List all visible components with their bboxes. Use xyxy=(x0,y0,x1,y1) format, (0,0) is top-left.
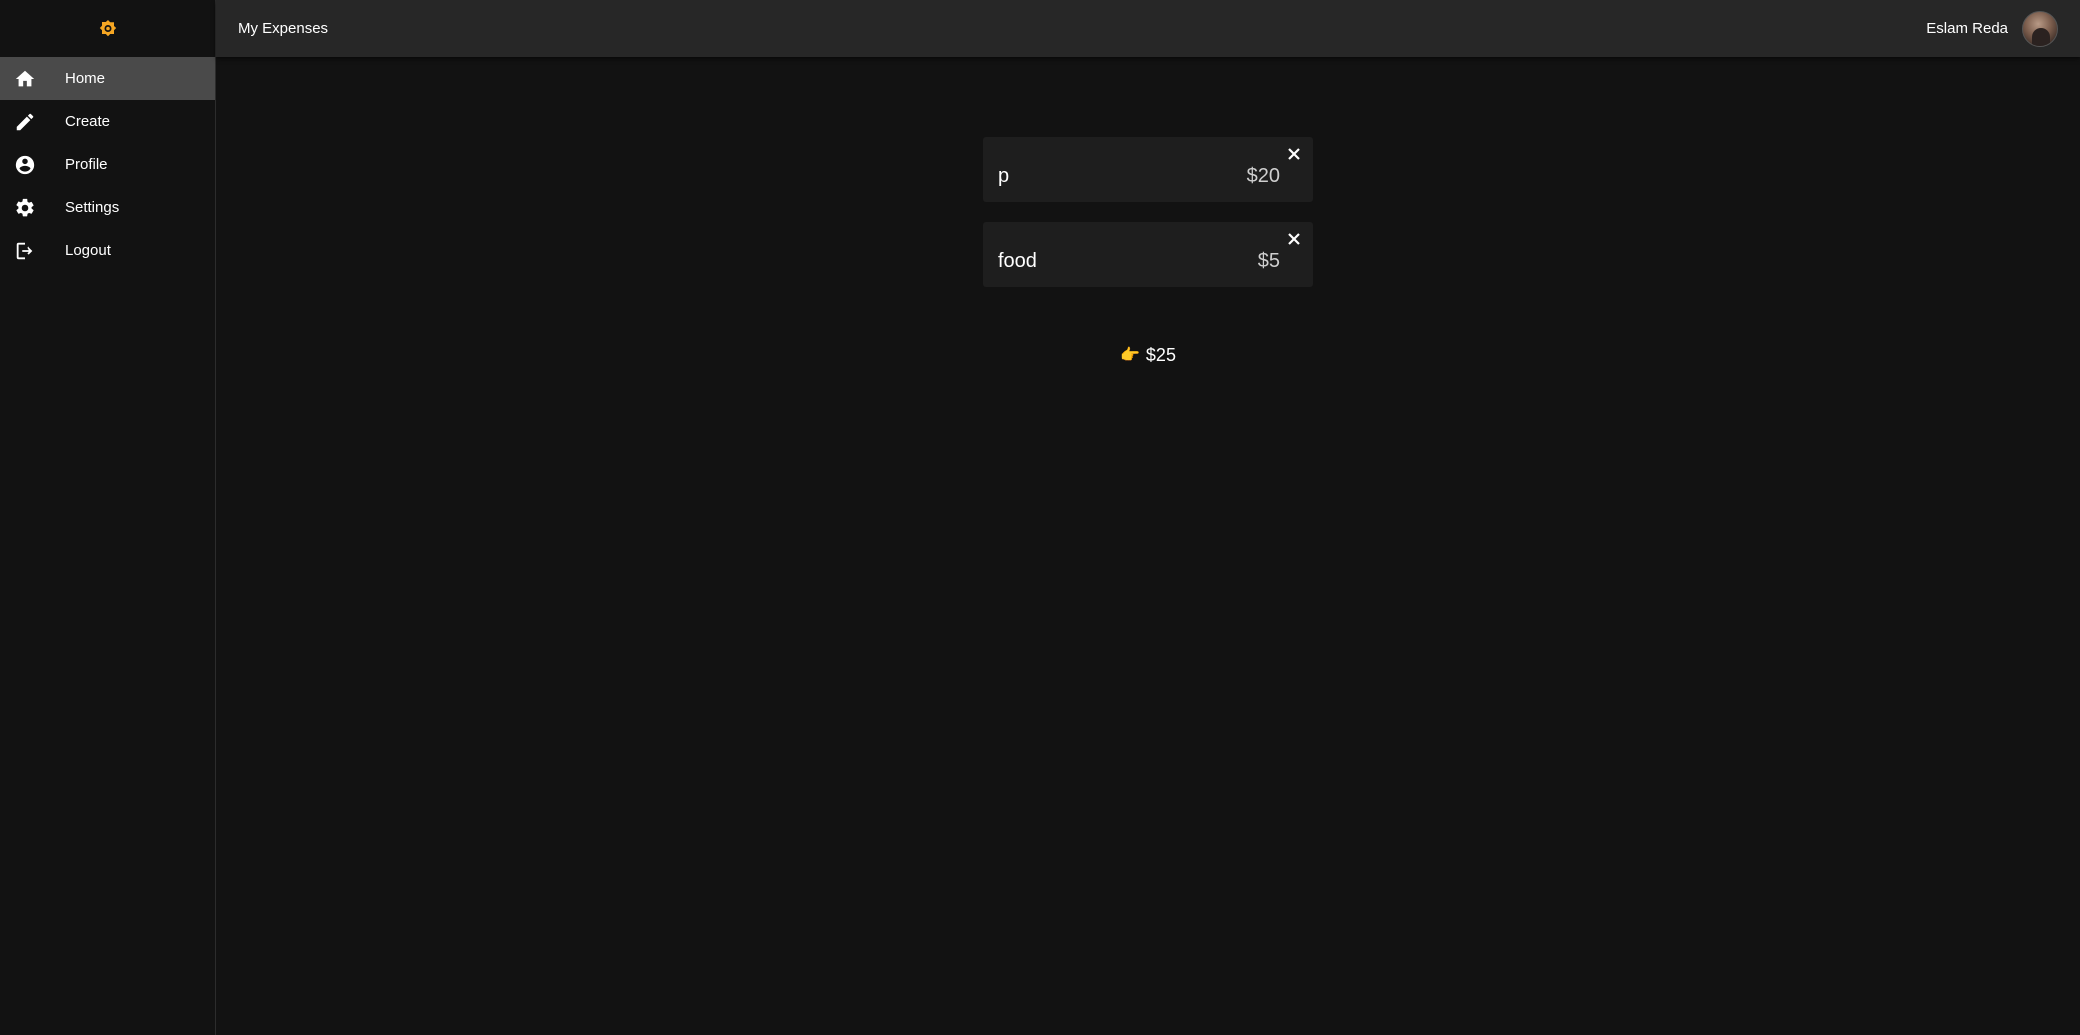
logout-icon xyxy=(13,239,37,263)
main-content: p $20 food $5 👉 $25 xyxy=(216,57,2080,1035)
expense-amount: $20 xyxy=(1246,165,1280,187)
expense-card: p $20 xyxy=(983,137,1313,202)
close-icon xyxy=(1288,148,1300,160)
home-icon xyxy=(13,67,37,91)
sidebar-item-label: Settings xyxy=(65,199,120,216)
close-icon xyxy=(1288,233,1300,245)
app-bar: My Expenses Eslam Reda xyxy=(216,0,2080,57)
expense-name: food xyxy=(998,250,1037,272)
total-value: $25 xyxy=(1145,345,1176,365)
user-menu[interactable]: Eslam Reda xyxy=(1926,10,2058,47)
sidebar-item-profile[interactable]: Profile xyxy=(0,143,215,186)
expense-amount: $5 xyxy=(1257,250,1280,272)
sidebar-item-logout[interactable]: Logout xyxy=(0,229,215,272)
app-logo xyxy=(0,0,215,57)
sidebar: Home Create Profile Settings Logout xyxy=(0,0,216,1035)
sidebar-item-label: Logout xyxy=(65,242,111,259)
account-circle-icon xyxy=(13,153,37,177)
expense-card: food $5 xyxy=(983,222,1313,287)
expense-list: p $20 food $5 xyxy=(983,137,1313,307)
expense-total: 👉 $25 xyxy=(1120,345,1176,366)
sidebar-item-label: Home xyxy=(65,70,106,87)
sidebar-item-home[interactable]: Home xyxy=(0,57,215,100)
sidebar-item-label: Create xyxy=(65,113,111,130)
sidebar-item-settings[interactable]: Settings xyxy=(0,186,215,229)
pointing-hand-icon: 👉 xyxy=(1120,346,1140,364)
avatar[interactable] xyxy=(2022,10,2058,47)
sidebar-item-create[interactable]: Create xyxy=(0,100,215,143)
pencil-icon xyxy=(13,110,37,134)
delete-expense-button[interactable] xyxy=(1285,230,1303,248)
user-name: Eslam Reda xyxy=(1926,20,2008,37)
page-title: My Expenses xyxy=(238,20,329,37)
gear-icon xyxy=(13,196,37,220)
expense-name: p xyxy=(998,165,1010,187)
delete-expense-button[interactable] xyxy=(1285,145,1303,163)
sidebar-item-label: Profile xyxy=(65,156,108,173)
brightness-gear-icon xyxy=(99,19,116,36)
